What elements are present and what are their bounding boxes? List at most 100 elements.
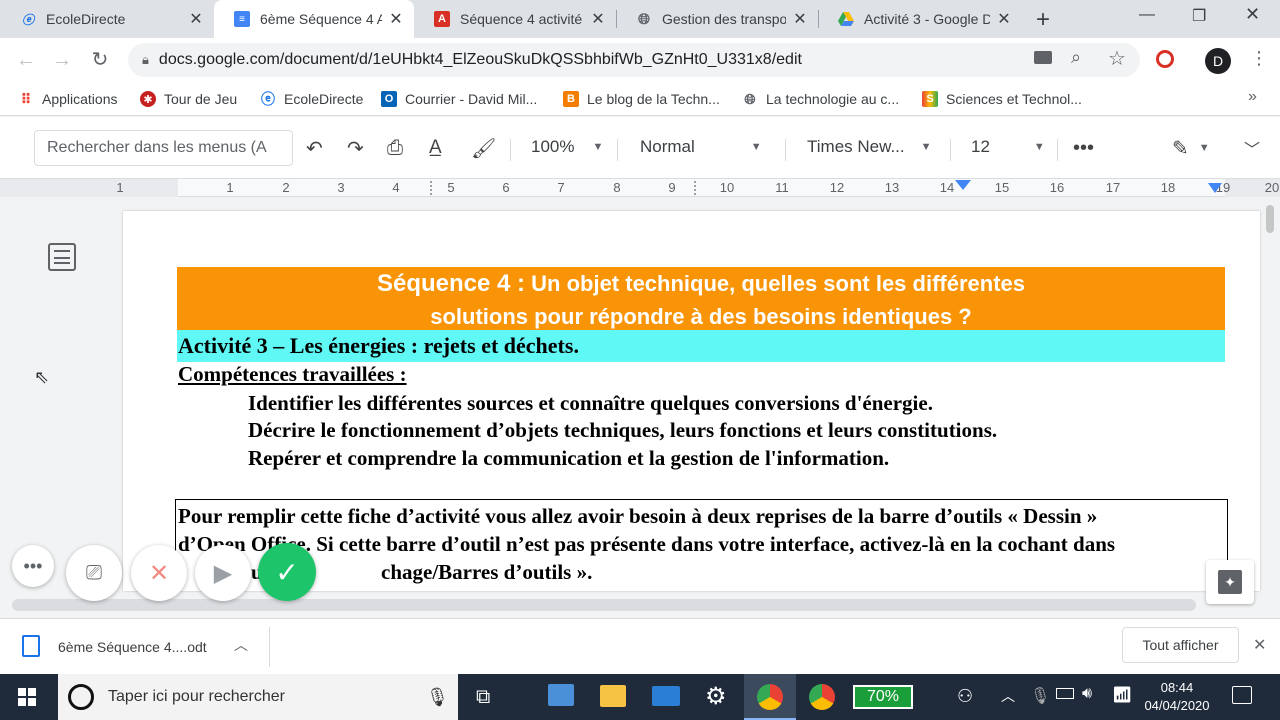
task-view-icon[interactable]: ⧉ bbox=[476, 686, 490, 709]
camera-icon[interactable] bbox=[1034, 51, 1052, 64]
volume-icon[interactable]: 🔊︎ bbox=[1082, 685, 1092, 703]
restore-icon[interactable]: ❐ bbox=[1192, 6, 1206, 26]
battery-widget[interactable]: 70% bbox=[853, 685, 913, 709]
more-options-icon[interactable]: ••• bbox=[12, 545, 54, 587]
chrome-icon[interactable] bbox=[809, 684, 835, 710]
undo-icon[interactable]: ↶ bbox=[306, 135, 323, 161]
desktop-app-icon[interactable] bbox=[548, 684, 574, 706]
globe-icon: 🌐︎ bbox=[744, 90, 756, 107]
font-select[interactable]: Times New... ▼ bbox=[807, 137, 932, 157]
reload-icon[interactable]: ↻ bbox=[88, 48, 112, 72]
show-all-button[interactable]: Tout afficher bbox=[1122, 627, 1239, 663]
redo-icon[interactable]: ↷ bbox=[347, 135, 364, 161]
chevron-up-icon[interactable]: ︿ bbox=[234, 635, 248, 655]
bookmark-blog-techno[interactable]: B Le blog de la Techn... bbox=[563, 88, 720, 110]
file-explorer-icon[interactable] bbox=[600, 685, 626, 707]
wifi-icon[interactable]: 📶︎ bbox=[1112, 685, 1132, 705]
checkmark-icon: ✓ bbox=[275, 556, 299, 588]
tab-activite-drive[interactable]: Activité 3 - Google D ✕ bbox=[818, 0, 1022, 38]
outlook-icon: O bbox=[381, 91, 397, 107]
more-options-icon[interactable]: ••• bbox=[1073, 135, 1094, 161]
hang-up-button[interactable]: ✕ bbox=[131, 545, 187, 601]
windows-start-icon[interactable] bbox=[18, 688, 36, 706]
close-tab-icon[interactable]: ✕ bbox=[188, 9, 204, 29]
camera-off-button[interactable]: ⎚ bbox=[66, 545, 122, 601]
tab-pdf-sequence[interactable]: A Séquence 4 activité : ✕ bbox=[414, 0, 616, 38]
horizontal-scrollbar[interactable] bbox=[12, 599, 1196, 611]
notification-center-icon[interactable] bbox=[1232, 686, 1252, 704]
chrome-menu-icon[interactable]: ⋮ bbox=[1250, 48, 1268, 69]
document-file-icon bbox=[22, 635, 40, 657]
bookmark-applications[interactable]: ⠿ Applications bbox=[18, 88, 118, 110]
tab-stop-handle[interactable] bbox=[694, 181, 700, 195]
tab-docs-sequence[interactable]: ≡ 6ème Séquence 4 Ac ✕ bbox=[214, 0, 414, 38]
edit-mode-pencil-icon[interactable]: ✎ ▼ bbox=[1172, 135, 1210, 161]
close-tab-icon[interactable]: ✕ bbox=[996, 9, 1012, 29]
ruler: 1 1 2 3 4 5 6 7 8 9 10 11 12 13 14 15 16… bbox=[0, 179, 1280, 197]
pdf-icon: A bbox=[434, 11, 450, 27]
present-button[interactable]: ▶ bbox=[195, 545, 251, 601]
document-outline-icon[interactable] bbox=[48, 243, 76, 271]
people-icon[interactable]: ⚇ bbox=[957, 686, 973, 707]
bookmarks-bar: ⠿ Applications ✱ Tour de Jeu ⓔ EcoleDire… bbox=[0, 82, 1280, 116]
clock[interactable]: 08:44 04/04/2020 bbox=[1141, 679, 1213, 715]
docs-toolbar: Rechercher dans les menus (A ↶ ↷ ⎙ A̲ 🖌︎… bbox=[0, 117, 1280, 179]
chrome-taskbar-active[interactable] bbox=[744, 674, 796, 720]
microphone-icon: 🎙︎ bbox=[426, 686, 449, 707]
paragraph-style-select[interactable]: Normal ▼ bbox=[640, 137, 762, 157]
taskbar-search[interactable]: Taper ici pour rechercher 🎙︎ bbox=[58, 674, 458, 720]
minimize-icon[interactable]: — bbox=[1139, 6, 1155, 24]
spellcheck-icon[interactable]: A̲ bbox=[429, 135, 442, 161]
close-tab-icon[interactable]: ✕ bbox=[590, 9, 606, 29]
forward-icon[interactable]: → bbox=[50, 48, 74, 72]
extension-icon[interactable] bbox=[1156, 50, 1174, 68]
explore-button[interactable]: ✦ bbox=[1206, 560, 1254, 604]
close-icon[interactable]: ✕ bbox=[1253, 635, 1266, 655]
indent-marker-icon[interactable] bbox=[955, 180, 971, 190]
bookmark-tour-de-jeu[interactable]: ✱ Tour de Jeu bbox=[140, 88, 237, 110]
microphone-icon[interactable]: 🎙︎ bbox=[1030, 686, 1050, 706]
print-icon[interactable]: ⎙ bbox=[387, 135, 403, 161]
font-size-select[interactable]: 12 ▼ bbox=[971, 137, 1045, 157]
navigation-bar: ← → ↻ 🔒︎ docs.google.com/document/d/1eUH… bbox=[0, 38, 1280, 82]
divider bbox=[269, 627, 270, 667]
chevron-down-icon: ▼ bbox=[1033, 141, 1045, 153]
mail-icon[interactable] bbox=[652, 686, 680, 706]
new-tab-icon[interactable]: + bbox=[1036, 6, 1050, 34]
back-icon[interactable]: ← bbox=[14, 48, 38, 72]
vertical-scrollbar[interactable] bbox=[1266, 205, 1274, 233]
zoom-select[interactable]: 100% ▼ bbox=[531, 137, 603, 157]
address-bar[interactable]: 🔒︎ docs.google.com/document/d/1eUHbkt4_E… bbox=[128, 43, 1140, 77]
more-bookmarks-icon[interactable]: » bbox=[1248, 88, 1257, 106]
chevron-up-icon[interactable]: ︿ bbox=[1001, 686, 1015, 706]
collapse-toolbar-icon[interactable]: ﹀ bbox=[1244, 135, 1260, 161]
zoom-icon[interactable]: ⌕ bbox=[1071, 47, 1081, 68]
bookmark-courrier[interactable]: O Courrier - David Mil... bbox=[381, 88, 537, 110]
tab-gestion-transport[interactable]: 🌐︎ Gestion des transpo ✕ bbox=[616, 0, 818, 38]
profile-avatar[interactable]: D bbox=[1205, 48, 1231, 74]
paint-format-icon[interactable]: 🖌︎ bbox=[471, 135, 496, 161]
windows-taskbar: Taper ici pour rechercher 🎙︎ ⧉ ⚙︎ 70% ⚇ … bbox=[0, 674, 1280, 720]
close-tab-icon[interactable]: ✕ bbox=[792, 9, 808, 29]
right-indent-marker-icon[interactable] bbox=[1208, 183, 1222, 193]
lock-icon: 🔒︎ bbox=[142, 52, 149, 67]
close-window-icon[interactable]: ✕ bbox=[1245, 4, 1260, 25]
chrome-icon bbox=[757, 684, 783, 710]
explore-icon: ✦ bbox=[1218, 570, 1242, 594]
instruction-line: chage/Barres d’outils ». bbox=[381, 560, 593, 584]
bookmark-technologie[interactable]: 🌐︎ La technologie au c... bbox=[742, 88, 899, 110]
bookmark-ecoledirecte[interactable]: ⓔ EcoleDirecte bbox=[260, 88, 363, 110]
bookmark-star-icon[interactable]: ☆ bbox=[1108, 46, 1126, 71]
download-bar: 6ème Séquence 4....odt ︿ Tout afficher ✕ bbox=[0, 618, 1280, 674]
close-tab-icon[interactable]: ✕ bbox=[388, 9, 404, 29]
cortana-icon bbox=[68, 684, 94, 710]
tab-ecoledirecte[interactable]: ⓔ EcoleDirecte ✕ bbox=[0, 0, 214, 38]
confirm-button[interactable]: ✓ bbox=[258, 543, 316, 601]
battery-icon[interactable] bbox=[1056, 688, 1074, 699]
left-margin-handle[interactable] bbox=[430, 181, 436, 195]
download-filename[interactable]: 6ème Séquence 4....odt bbox=[58, 639, 207, 655]
bookmark-sciences[interactable]: S Sciences et Technol... bbox=[922, 88, 1082, 110]
camera-icon: ⎚ bbox=[86, 561, 102, 584]
settings-gear-icon[interactable]: ⚙︎ bbox=[705, 682, 727, 711]
menu-search-input[interactable]: Rechercher dans les menus (A bbox=[34, 130, 293, 166]
